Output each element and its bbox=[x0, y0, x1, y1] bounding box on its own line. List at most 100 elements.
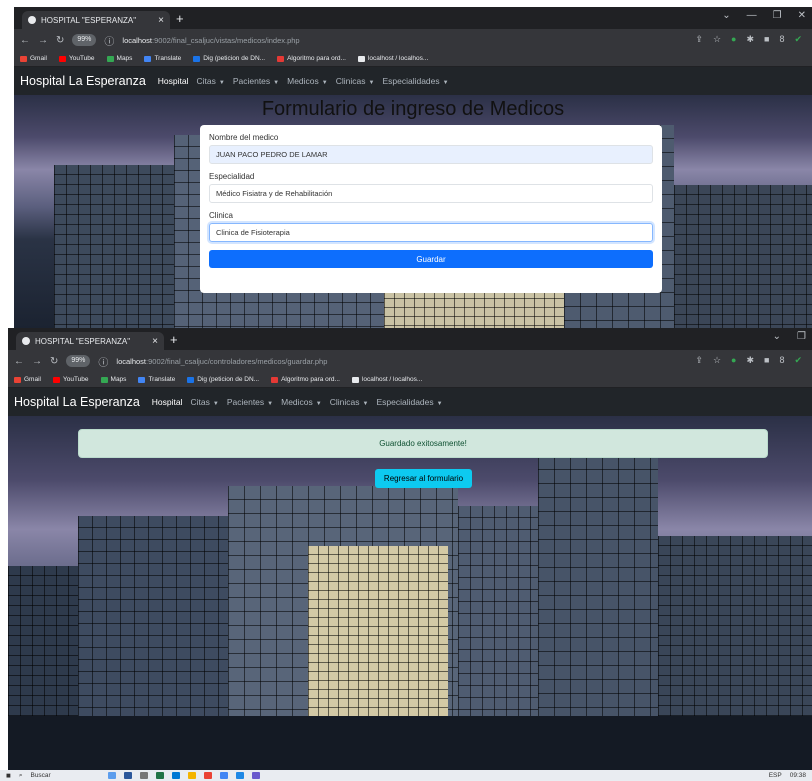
app-icon[interactable] bbox=[124, 772, 133, 779]
app-icon[interactable] bbox=[236, 772, 245, 779]
caret-down-icon: ▼ bbox=[442, 80, 449, 86]
clock[interactable]: 09:38 bbox=[790, 772, 806, 779]
star-icon[interactable]: ☆ bbox=[713, 355, 721, 366]
browser-tab[interactable]: HOSPITAL "ESPERANZA" × bbox=[22, 11, 170, 29]
nav-especialidades[interactable]: Especialidades ▼ bbox=[376, 397, 442, 407]
nav-pacientes[interactable]: Pacientes ▼ bbox=[227, 397, 273, 407]
bookmark-gmail[interactable]: Gmail bbox=[14, 376, 41, 383]
bookmark-maps[interactable]: Maps bbox=[106, 55, 132, 62]
bookmark-translate[interactable]: Translate bbox=[144, 55, 181, 62]
windows-start-icon[interactable]: ■ bbox=[6, 771, 11, 780]
nav-pacientes[interactable]: Pacientes ▼ bbox=[233, 76, 279, 86]
bookmark-localhost[interactable]: localhost / localhos... bbox=[357, 55, 428, 62]
maximize-icon[interactable]: ❐ bbox=[797, 331, 806, 342]
chevron-down-icon[interactable]: ⌄ bbox=[773, 331, 781, 342]
nombre-input[interactable]: JUAN PACO PEDRO DE LAMAR bbox=[209, 145, 653, 164]
reload-icon[interactable]: ↻ bbox=[56, 35, 64, 46]
url-field[interactable]: localhost:9002/final_csaljuc/controlador… bbox=[116, 357, 327, 366]
bookmark-label: YouTube bbox=[68, 55, 95, 62]
bookmark-youtube[interactable]: YouTube bbox=[58, 55, 95, 62]
nav-especialidades[interactable]: Especialidades ▼ bbox=[382, 76, 448, 86]
bookmark-dig[interactable]: Dig (peticion de DN... bbox=[193, 55, 265, 62]
profile-icon[interactable]: 8 bbox=[779, 34, 784, 45]
app-icon[interactable] bbox=[156, 772, 165, 779]
hero-background: Guardado exitosamente! Regresar al formu… bbox=[8, 416, 812, 770]
reload-icon[interactable]: ↻ bbox=[50, 356, 58, 367]
bookmark-translate[interactable]: Translate bbox=[138, 376, 175, 383]
clinica-select[interactable]: Clinica de Fisioterapia bbox=[209, 223, 653, 242]
url-field[interactable]: localhost:9002/final_csaljuc/vistas/medi… bbox=[122, 36, 299, 45]
nav-citas[interactable]: Citas ▼ bbox=[197, 76, 225, 86]
navbar-brand[interactable]: Hospital La Esperanza bbox=[20, 74, 146, 88]
close-tab-icon[interactable]: × bbox=[158, 15, 164, 26]
close-window-icon[interactable]: ✕ bbox=[798, 10, 806, 21]
address-bar-row: ← → ↻ 99% ⓘ localhost:9002/final_csaljuc… bbox=[14, 29, 812, 51]
close-tab-icon[interactable]: × bbox=[152, 336, 158, 347]
nav-hospital[interactable]: Hospital bbox=[158, 76, 189, 86]
forward-icon[interactable]: → bbox=[38, 35, 48, 46]
navbar-brand[interactable]: Hospital La Esperanza bbox=[14, 395, 140, 409]
maximize-icon[interactable]: ❐ bbox=[773, 10, 782, 21]
bookmark-algoritmo[interactable]: Algoritmo para ord... bbox=[277, 55, 346, 62]
nombre-label: Nombre del medico bbox=[209, 133, 279, 142]
bookmark-localhost[interactable]: localhost / localhos... bbox=[351, 376, 422, 383]
bookmark-dig[interactable]: Dig (peticion de DN... bbox=[187, 376, 259, 383]
new-tab-icon[interactable]: + bbox=[170, 332, 178, 347]
app-icon[interactable] bbox=[140, 772, 149, 779]
lang-indicator[interactable]: ESP bbox=[769, 772, 782, 779]
forward-icon[interactable]: → bbox=[32, 356, 42, 367]
chevron-down-icon[interactable]: ⌄ bbox=[722, 10, 730, 21]
app-icon[interactable] bbox=[252, 772, 261, 779]
nav-clinicas[interactable]: Clinicas ▼ bbox=[336, 76, 375, 86]
url-path: :9002/final_csaljuc/vistas/medicos/index… bbox=[152, 35, 300, 45]
check-icon[interactable]: ✔ bbox=[794, 34, 802, 45]
puzzle-icon[interactable]: ✱ bbox=[746, 34, 754, 45]
profile-icon[interactable]: 8 bbox=[779, 355, 784, 366]
taskbar-search[interactable]: Buscar bbox=[30, 772, 100, 779]
zoom-badge[interactable]: 99% bbox=[72, 34, 97, 46]
info-icon[interactable]: ⓘ bbox=[98, 354, 108, 369]
nav-medicos[interactable]: Medicos ▼ bbox=[281, 397, 322, 407]
share-icon[interactable]: ⇪ bbox=[695, 34, 703, 45]
sidebar-icon[interactable]: ■ bbox=[764, 34, 769, 45]
puzzle-icon[interactable]: ✱ bbox=[746, 355, 754, 366]
nav-medicos[interactable]: Medicos ▼ bbox=[287, 76, 328, 86]
app-icon[interactable] bbox=[220, 772, 229, 779]
guardar-button[interactable]: Guardar bbox=[209, 250, 653, 268]
extension-icon[interactable]: ● bbox=[731, 355, 736, 366]
search-icon[interactable]: ⌕ bbox=[19, 772, 23, 780]
sidebar-icon[interactable]: ■ bbox=[764, 355, 769, 366]
bookmark-maps[interactable]: Maps bbox=[100, 376, 126, 383]
especialidad-select[interactable]: Médico Fisiatra y de Rehabilitación bbox=[209, 184, 653, 203]
especialidad-label: Especialidad bbox=[209, 172, 255, 181]
new-tab-icon[interactable]: + bbox=[176, 11, 184, 26]
zoom-badge[interactable]: 99% bbox=[66, 355, 91, 367]
bookmarks-bar: Gmail YouTube Maps Translate Dig (petici… bbox=[14, 51, 812, 67]
top-browser-window: HOSPITAL "ESPERANZA" × + ⌄ — ❐ ✕ ← → ↻ 9… bbox=[14, 7, 812, 328]
localhost-icon bbox=[357, 55, 365, 62]
info-icon[interactable]: ⓘ bbox=[104, 33, 114, 48]
app-icon[interactable] bbox=[172, 772, 181, 779]
back-icon[interactable]: ← bbox=[14, 356, 24, 367]
back-icon[interactable]: ← bbox=[20, 35, 30, 46]
bookmark-algoritmo[interactable]: Algoritmo para ord... bbox=[271, 376, 340, 383]
star-icon[interactable]: ☆ bbox=[713, 34, 721, 45]
share-icon[interactable]: ⇪ bbox=[695, 355, 703, 366]
app-icon[interactable] bbox=[108, 772, 117, 779]
clinica-label: Clinica bbox=[209, 211, 234, 220]
caret-down-icon: ▼ bbox=[436, 401, 443, 407]
nav-citas[interactable]: Citas ▼ bbox=[191, 397, 219, 407]
site-navbar: Hospital La Esperanza Hospital Citas ▼ Pa… bbox=[14, 67, 812, 95]
nav-clinicas[interactable]: Clinicas ▼ bbox=[330, 397, 369, 407]
minimize-icon[interactable]: — bbox=[747, 10, 757, 21]
nav-hospital[interactable]: Hospital bbox=[152, 397, 183, 407]
regresar-button[interactable]: Regresar al formulario bbox=[375, 469, 472, 488]
extension-icon[interactable]: ● bbox=[731, 34, 736, 45]
success-alert: Guardado exitosamente! bbox=[78, 429, 768, 458]
browser-tab[interactable]: HOSPITAL "ESPERANZA" × bbox=[16, 332, 164, 350]
folder-icon[interactable] bbox=[188, 772, 197, 779]
check-icon[interactable]: ✔ bbox=[794, 355, 802, 366]
bookmark-gmail[interactable]: Gmail bbox=[20, 55, 47, 62]
bookmark-youtube[interactable]: YouTube bbox=[52, 376, 89, 383]
chrome-icon[interactable] bbox=[204, 772, 213, 779]
